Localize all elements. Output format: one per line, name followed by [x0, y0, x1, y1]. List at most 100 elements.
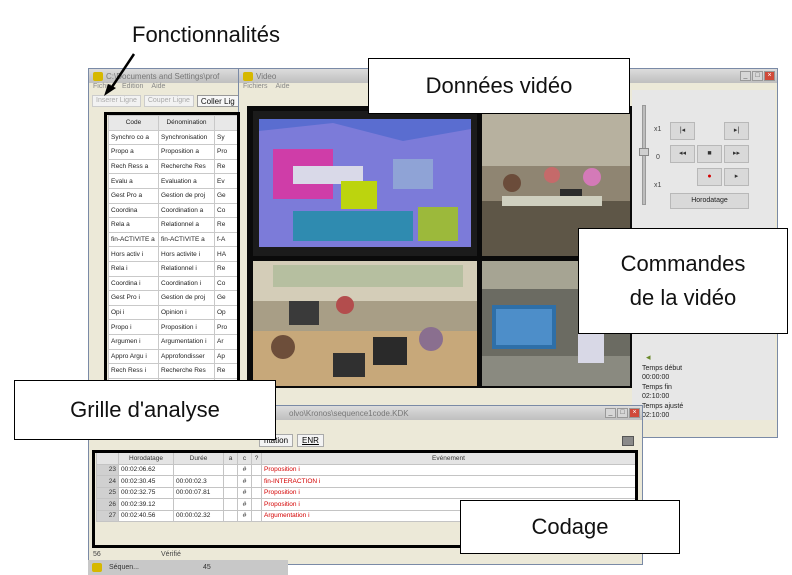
grid-cell-code[interactable]: Propo a — [108, 144, 159, 160]
record-button[interactable]: ● — [697, 168, 722, 186]
play-button[interactable]: ▸ — [724, 168, 749, 186]
grid-cell-denomination[interactable]: Opinion i — [158, 304, 215, 321]
grid-cell-code[interactable]: Opi i — [108, 304, 159, 321]
grid-cell-denomination[interactable]: Coordination i — [158, 275, 215, 292]
grid-row[interactable]: Opi i Opinion i Op — [108, 304, 238, 321]
row-index[interactable]: 23 — [96, 463, 119, 476]
row-horodatage[interactable]: 00:02:39.12 — [118, 498, 174, 511]
grid-cell-denomination[interactable]: Relationnel i — [158, 260, 215, 277]
grid-row[interactable]: Rela i Relationnel i Re — [108, 260, 238, 277]
row-duree[interactable] — [173, 463, 224, 476]
grid-cell-extra[interactable]: Ge — [214, 187, 238, 204]
row-index[interactable]: 26 — [96, 498, 119, 511]
codage-close-icon[interactable]: × — [629, 408, 640, 418]
horodatage-button[interactable]: Horodatage — [670, 193, 749, 209]
col-duree[interactable]: Durée — [173, 452, 224, 465]
grid-row[interactable]: Appro Argu i Approfondisser Ap — [108, 348, 238, 365]
grid-cell-denomination[interactable]: Approfondisser — [158, 348, 215, 365]
grid-cell-extra[interactable]: Sy — [214, 129, 238, 146]
col-header-extra[interactable] — [214, 115, 238, 131]
grid-cell-denomination[interactable]: Proposition i — [158, 319, 215, 335]
row-duree[interactable]: 00:00:02.3 — [173, 475, 224, 488]
grid-cell-extra[interactable]: HA — [214, 246, 238, 262]
grid-cell-extra[interactable]: Co — [214, 202, 238, 219]
grid-cell-extra[interactable]: Co — [214, 275, 238, 292]
grid-cell-code[interactable]: Argumen i — [108, 333, 159, 350]
row-index[interactable]: 25 — [96, 486, 119, 499]
row-a[interactable] — [223, 475, 238, 488]
row-a[interactable] — [223, 463, 238, 476]
row-q[interactable] — [251, 486, 262, 499]
grid-cell-code[interactable]: Coordina i — [108, 275, 159, 292]
grid-cell-denomination[interactable]: Relationnel a — [158, 217, 215, 233]
grid-row[interactable]: Rech Ress i Recherche Res Re — [108, 363, 238, 379]
frame-start-button[interactable]: |◂ — [670, 122, 695, 140]
row-c[interactable]: # — [237, 509, 252, 522]
grid-cell-denomination[interactable]: fin-ACTIVITE a — [158, 231, 215, 248]
grid-cell-code[interactable]: Gest Pro a — [108, 187, 159, 204]
grid-cell-code[interactable]: Appro Argu i — [108, 348, 159, 365]
grid-cell-extra[interactable]: Ev — [214, 173, 238, 189]
grid-cell-code[interactable]: Gest Pro i — [108, 290, 159, 306]
taskbar-item[interactable]: Séquen... — [109, 564, 139, 571]
grid-row[interactable]: Synchro co a Synchronisation Sy — [108, 129, 238, 146]
paste-row-button[interactable]: Coller Lig — [196, 95, 239, 107]
col-c[interactable]: c — [237, 452, 252, 465]
row-evenement[interactable]: Proposition i — [261, 486, 636, 499]
tab-enr[interactable]: ENR — [297, 434, 324, 447]
row-q[interactable] — [251, 509, 262, 522]
minimize-icon[interactable]: _ — [740, 71, 751, 81]
codage-minimize-icon[interactable]: _ — [605, 408, 616, 418]
grid-row[interactable]: fin-ACTIVITE a fin-ACTIVITE a f-A — [108, 231, 238, 248]
grid-row[interactable]: Hors activ i Hors activite i HA — [108, 246, 238, 262]
close-icon[interactable]: × — [764, 71, 775, 81]
col-evenement[interactable]: Evénement — [261, 452, 636, 465]
menu-fichiers[interactable]: Fichiers — [243, 83, 268, 93]
row-horodatage[interactable]: 00:02:06.62 — [118, 463, 174, 476]
row-evenement[interactable]: fin-INTERACTION i — [261, 475, 636, 488]
frame-end-button[interactable]: ▸| — [724, 122, 749, 140]
row-q[interactable] — [251, 475, 262, 488]
col-horodatage[interactable]: Horodatage — [118, 452, 174, 465]
grid-cell-extra[interactable]: Pro — [214, 144, 238, 160]
grid-cell-denomination[interactable]: Hors activite i — [158, 246, 215, 262]
col-a[interactable]: a — [223, 452, 238, 465]
grid-cell-denomination[interactable]: Gestion de proj — [158, 290, 215, 306]
grid-row[interactable]: Gest Pro a Gestion de proj Ge — [108, 187, 238, 204]
grid-cell-extra[interactable]: Re — [214, 217, 238, 233]
row-q[interactable] — [251, 498, 262, 511]
grid-row[interactable]: Coordina i Coordination i Co — [108, 275, 238, 292]
grid-cell-extra[interactable]: Re — [214, 363, 238, 379]
grid-cell-extra[interactable]: Ap — [214, 348, 238, 365]
row-index[interactable]: 27 — [96, 509, 119, 522]
grid-row[interactable]: Evalu a Evaluation a Ev — [108, 173, 238, 189]
grid-row[interactable]: Gest Pro i Gestion de proj Ge — [108, 290, 238, 306]
row-c[interactable]: # — [237, 475, 252, 488]
video-player[interactable] — [247, 106, 632, 388]
grid-cell-code[interactable]: fin-ACTIVITE a — [108, 231, 159, 248]
grid-cell-denomination[interactable]: Proposition a — [158, 144, 215, 160]
grid-cell-code[interactable]: Rela a — [108, 217, 159, 233]
codage-row[interactable]: 24 00:02:30.45 00:00:02.3 # fin-INTERACTION … — [96, 475, 636, 488]
row-horodatage[interactable]: 00:02:32.75 — [118, 486, 174, 499]
grid-cell-code[interactable]: Coordina — [108, 202, 159, 219]
row-a[interactable] — [223, 498, 238, 511]
row-c[interactable]: # — [237, 486, 252, 499]
menu-aide[interactable]: Aide — [151, 83, 165, 93]
fast-forward-button[interactable]: ▸▸ — [724, 145, 749, 163]
col-header-code[interactable]: Code — [108, 115, 159, 131]
row-index[interactable]: 24 — [96, 475, 119, 488]
grid-cell-denomination[interactable]: Evaluation a — [158, 173, 215, 189]
grid-cell-denomination[interactable]: Coordination a — [158, 202, 215, 219]
grid-cell-denomination[interactable]: Recherche Res — [158, 158, 215, 175]
grid-cell-extra[interactable]: Ge — [214, 290, 238, 306]
rewind-button[interactable]: ◂◂ — [670, 145, 695, 163]
grid-cell-code[interactable]: Evalu a — [108, 173, 159, 189]
grid-row[interactable]: Argumen i Argumentation i Ar — [108, 333, 238, 350]
grid-cell-extra[interactable]: Re — [214, 158, 238, 175]
col-header-denomination[interactable]: Dénomination — [158, 115, 215, 131]
grid-cell-denomination[interactable]: Synchronisation — [158, 129, 215, 146]
grid-cell-extra[interactable]: Pro — [214, 319, 238, 335]
printer-icon[interactable] — [622, 436, 634, 446]
grid-row[interactable]: Propo a Proposition a Pro — [108, 144, 238, 160]
